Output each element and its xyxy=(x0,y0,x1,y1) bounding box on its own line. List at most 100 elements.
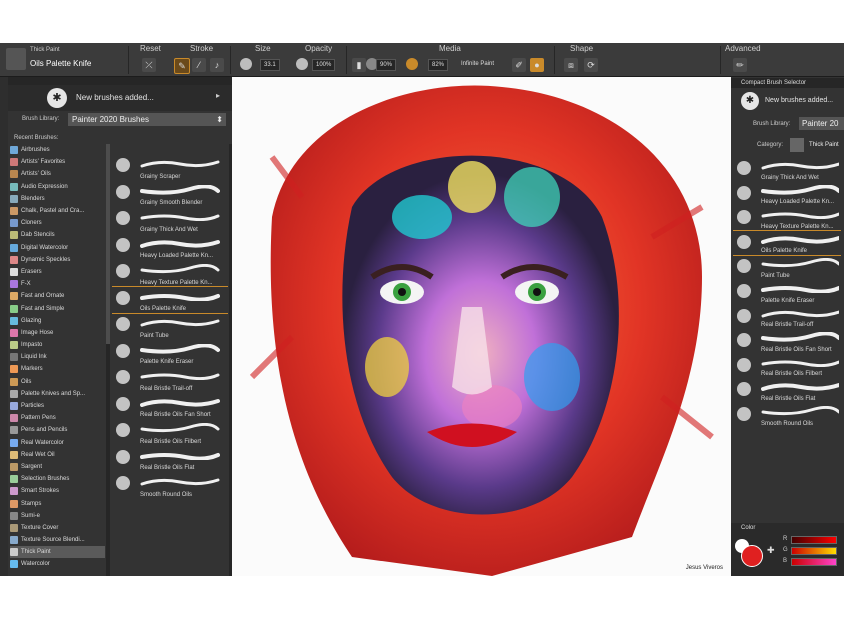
color-picker-icon[interactable]: ✚ xyxy=(767,545,775,556)
category-item[interactable]: Artists' Oils xyxy=(10,168,105,180)
compact-brush-selector-panel: Compact Brush Selector ✱ New brushes add… xyxy=(731,77,844,576)
painting-canvas[interactable]: Jesus Viveros xyxy=(232,77,731,576)
category-item[interactable]: Oils xyxy=(10,376,105,388)
category-icon xyxy=(10,548,18,557)
category-item[interactable]: Smart Strokes xyxy=(10,485,105,497)
brush-variant-item[interactable]: Grainy Thick And Wet xyxy=(112,207,228,234)
category-item[interactable]: Dynamic Speckles xyxy=(10,254,105,266)
new-brushes-banner[interactable]: ✱ New brushes added... ▸ xyxy=(8,85,232,111)
category-item[interactable]: Real Watercolor xyxy=(10,437,105,449)
category-item[interactable]: Impasto xyxy=(10,339,105,351)
brush-variant-item[interactable]: Heavy Texture Palette Kn... xyxy=(112,260,228,287)
brush-library-dropdown[interactable]: Painter 20 xyxy=(799,117,844,130)
brush-variant-item[interactable]: Paint Tube xyxy=(112,313,228,340)
brush-variant-item[interactable]: Real Bristle Oils Fan Short xyxy=(112,393,228,420)
category-item[interactable]: Thick Paint xyxy=(10,546,105,559)
category-item[interactable]: Sargent xyxy=(10,461,105,473)
category-item[interactable]: Digital Watercolor xyxy=(10,242,105,254)
size-dial-icon[interactable] xyxy=(240,58,252,70)
brush-variant-item[interactable]: Grainy Smooth Blender xyxy=(112,181,228,208)
category-value[interactable]: Thick Paint xyxy=(809,142,839,148)
media-tool-icon[interactable]: ▮ xyxy=(352,58,366,72)
scrollbar-thumb[interactable] xyxy=(106,144,110,344)
brush-variant-item[interactable]: Grainy Thick And Wet xyxy=(733,157,841,182)
category-item[interactable]: Fast and Simple xyxy=(10,302,105,314)
brush-variant-item[interactable]: Smooth Round Oils xyxy=(733,403,841,428)
category-scrollbar[interactable] xyxy=(106,144,110,576)
brush-variant-item[interactable]: Grainy Scraper xyxy=(112,154,228,181)
brush-variant-item[interactable]: Oils Palette Knife xyxy=(112,285,228,314)
category-item[interactable]: Watercolor xyxy=(10,558,105,570)
new-brushes-banner[interactable]: ✱ New brushes added... xyxy=(731,89,844,113)
size-value-field[interactable]: 33.1 xyxy=(260,59,280,71)
stroke-option-button[interactable]: ♪ xyxy=(210,58,224,72)
category-item[interactable]: Particles xyxy=(10,400,105,412)
category-item[interactable]: Liquid Ink xyxy=(10,351,105,363)
category-item[interactable]: Airbrushes xyxy=(10,144,105,156)
brush-variant-item[interactable]: Smooth Round Oils xyxy=(112,472,228,499)
green-slider[interactable] xyxy=(791,547,837,555)
category-label: Stamps xyxy=(21,500,42,507)
category-item[interactable]: Audio Expression xyxy=(10,181,105,193)
brush-library-dropdown[interactable]: Painter 2020 Brushes ⬍ xyxy=(68,113,226,126)
media-palette-icon[interactable]: ● xyxy=(530,58,544,72)
main-color-swatch[interactable] xyxy=(741,545,763,567)
brush-variant-item[interactable]: Paint Tube xyxy=(733,255,841,280)
category-label: Watercolor xyxy=(21,561,50,568)
category-item[interactable]: Real Wet Oil xyxy=(10,449,105,461)
category-item[interactable]: Palette Knives and Sp... xyxy=(10,388,105,400)
opacity-dial-icon[interactable] xyxy=(296,58,308,70)
chevron-right-icon[interactable]: ▸ xyxy=(216,91,220,100)
category-item[interactable]: Glazing xyxy=(10,315,105,327)
category-item[interactable]: Texture Source Blendi... xyxy=(10,534,105,546)
category-item[interactable]: F-X xyxy=(10,278,105,290)
media-brush-icon[interactable]: ✐ xyxy=(512,58,526,72)
brush-variant-label: Heavy Texture Palette Kn... xyxy=(761,223,834,230)
current-brush-selector[interactable]: Thick Paint Oils Palette Knife xyxy=(4,45,126,73)
category-item[interactable]: Stamps xyxy=(10,497,105,509)
category-item[interactable]: Dab Stencils xyxy=(10,229,105,241)
category-item[interactable]: Pens and Pencils xyxy=(10,424,105,436)
brush-variant-item[interactable]: Real Bristle Trail-off xyxy=(733,305,841,330)
blue-slider[interactable] xyxy=(791,558,837,566)
thick-paint-icon[interactable] xyxy=(790,138,804,152)
brush-variant-item[interactable]: Real Bristle Oils Flat xyxy=(733,378,841,403)
resaturation-value-field[interactable]: 90% xyxy=(376,59,397,71)
category-item[interactable]: Image Hose xyxy=(10,327,105,339)
category-icon xyxy=(10,414,18,423)
category-item[interactable]: Selection Brushes xyxy=(10,473,105,485)
shape-tool-icon[interactable]: ⧈ xyxy=(564,58,578,72)
category-item[interactable]: Texture Cover xyxy=(10,522,105,534)
brush-variant-item[interactable]: Heavy Loaded Palette Kn... xyxy=(733,182,841,207)
red-slider[interactable] xyxy=(791,536,837,544)
category-item[interactable]: Pattern Pens xyxy=(10,412,105,424)
reset-tool-button[interactable]: ⤫ xyxy=(142,58,156,72)
bleed-value-field[interactable]: 82% xyxy=(428,59,449,71)
brush-variant-label: Real Bristle Oils Filbert xyxy=(761,371,823,378)
category-item[interactable]: Artists' Favorites xyxy=(10,156,105,168)
category-item[interactable]: Markers xyxy=(10,363,105,375)
brush-variant-item[interactable]: Heavy Loaded Palette Kn... xyxy=(112,234,228,261)
brush-variant-item[interactable]: Palette Knife Eraser xyxy=(112,340,228,367)
advanced-brush-icon[interactable]: ✏ xyxy=(733,58,747,72)
brush-stroke-preview-icon xyxy=(140,293,220,301)
brush-variant-item[interactable]: Real Bristle Oils Filbert xyxy=(112,419,228,446)
bleed-dial-icon[interactable] xyxy=(406,58,418,70)
category-item[interactable]: Cloners xyxy=(10,217,105,229)
category-item[interactable]: Blenders xyxy=(10,193,105,205)
brush-variant-item[interactable]: Real Bristle Trail-off xyxy=(112,366,228,393)
brush-variant-item[interactable]: Real Bristle Oils Fan Short xyxy=(733,329,841,354)
brush-variant-item[interactable]: Real Bristle Oils Filbert xyxy=(733,354,841,379)
brush-variant-item[interactable]: Real Bristle Oils Flat xyxy=(112,446,228,473)
freehand-stroke-button[interactable]: ✎ xyxy=(174,58,190,74)
category-item[interactable]: Sumi-e xyxy=(10,510,105,522)
brush-variant-item[interactable]: Heavy Texture Palette Kn... xyxy=(733,206,841,231)
straight-stroke-button[interactable]: ⁄ xyxy=(192,58,206,72)
shape-rotate-icon[interactable]: ⟳ xyxy=(584,58,598,72)
opacity-value-field[interactable]: 100% xyxy=(312,59,336,71)
category-item[interactable]: Fast and Ornate xyxy=(10,290,105,302)
category-item[interactable]: Erasers xyxy=(10,266,105,278)
category-item[interactable]: Chalk, Pastel and Cra... xyxy=(10,205,105,217)
brush-variant-item[interactable]: Palette Knife Eraser xyxy=(733,280,841,305)
brush-variant-item[interactable]: Oils Palette Knife xyxy=(733,229,841,257)
